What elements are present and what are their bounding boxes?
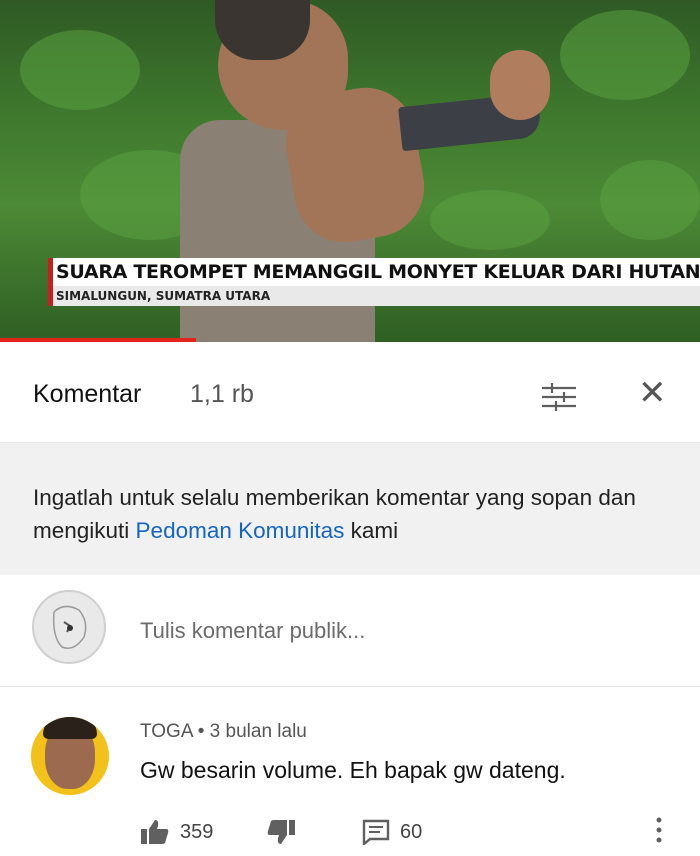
foliage: [600, 160, 700, 240]
video-frame[interactable]: SUARA TEROMPET MEMANGGIL MONYET KELUAR D…: [0, 0, 700, 342]
comment-item: TOGA • 3 bulan lalu Gw besarin volume. E…: [0, 687, 700, 856]
thumbs-up-icon: [141, 820, 169, 844]
meta-separator: •: [197, 721, 205, 742]
notice-text-end: kami: [344, 518, 399, 543]
avatar[interactable]: [31, 717, 109, 795]
comment-text: Gw besarin volume. Eh bapak gw dateng.: [140, 757, 566, 783]
foliage: [20, 30, 140, 110]
sketch-avatar-icon: [52, 605, 87, 649]
comments-title: Komentar: [33, 380, 142, 408]
reply-count: 60: [400, 820, 423, 843]
thumbs-down-icon: [267, 820, 295, 844]
like-button[interactable]: 359: [140, 817, 213, 847]
avatar: [32, 590, 106, 664]
caption-headline: SUARA TEROMPET MEMANGGIL MONYET KELUAR D…: [56, 261, 700, 283]
close-icon[interactable]: ✕: [638, 376, 667, 410]
like-count: 359: [180, 820, 214, 843]
comment-author[interactable]: TOGA: [140, 721, 192, 742]
comment-actions: 359 60: [140, 817, 680, 849]
sort-filter-icon[interactable]: [540, 382, 578, 412]
foliage: [430, 190, 550, 250]
reply-icon: [362, 819, 390, 845]
person-hand: [490, 50, 550, 120]
comment-time: 3 bulan lalu: [209, 721, 307, 742]
reply-button[interactable]: 60: [362, 817, 422, 847]
foliage: [560, 10, 690, 100]
comments-count: 1,1 rb: [190, 380, 254, 408]
comments-header: Komentar 1,1 rb ✕: [0, 342, 700, 443]
news-caption: SUARA TEROMPET MEMANGGIL MONYET KELUAR D…: [48, 258, 700, 306]
community-guidelines-link[interactable]: Pedoman Komunitas: [136, 518, 345, 543]
comment-input[interactable]: Tulis komentar publik...: [140, 618, 365, 644]
dislike-button[interactable]: [266, 817, 296, 847]
comment-compose[interactable]: Tulis komentar publik...: [0, 576, 700, 687]
caption-location: SIMALUNGUN, SUMATRA UTARA: [56, 289, 271, 303]
comment-meta: TOGA • 3 bulan lalu: [140, 721, 307, 743]
more-options-icon[interactable]: [655, 815, 663, 845]
community-guidelines-notice: Ingatlah untuk selalu memberikan komenta…: [0, 443, 700, 575]
